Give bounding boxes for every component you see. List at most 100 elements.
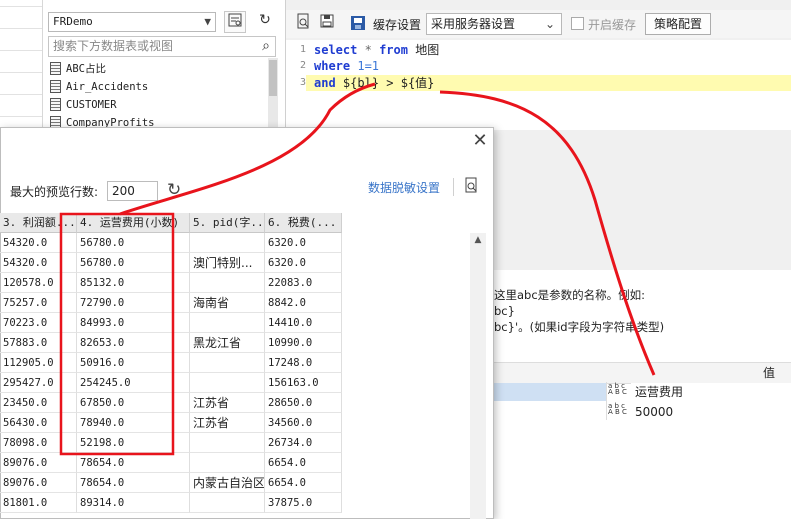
- grid-cell[interactable]: 10990.0: [265, 333, 342, 353]
- sql-line-1[interactable]: select * from 地图: [314, 42, 439, 58]
- grid-cell[interactable]: 56780.0: [77, 233, 190, 253]
- preview-icon[interactable]: [292, 13, 314, 35]
- sql-line-3[interactable]: and ${bl} > ${值}: [314, 75, 434, 91]
- sql-expression: 1=1: [357, 59, 380, 73]
- grid-column-header[interactable]: 6. 税费(...: [265, 213, 342, 233]
- strategy-config-button[interactable]: 策略配置: [645, 13, 711, 35]
- grid-cell[interactable]: 6654.0: [265, 473, 342, 493]
- refresh-icon[interactable]: ↻: [254, 10, 276, 32]
- abc-type-icon: a b cA B C: [608, 382, 627, 396]
- grid-cell[interactable]: 54320.0: [0, 233, 77, 253]
- parameter-value-input[interactable]: 运营费用: [631, 383, 791, 401]
- grid-cell[interactable]: 6320.0: [265, 253, 342, 273]
- grid-cell[interactable]: 海南省: [190, 293, 265, 313]
- grid-cell[interactable]: 黑龙江省: [190, 333, 265, 353]
- grid-cell[interactable]: [190, 433, 265, 453]
- grid-cell[interactable]: 78654.0: [77, 453, 190, 473]
- cache-settings-label[interactable]: 缓存设置: [373, 16, 421, 33]
- cache-mode-select[interactable]: 采用服务器设置 ⌄: [426, 13, 562, 35]
- data-masking-settings-link[interactable]: 数据脱敏设置: [368, 179, 440, 196]
- grid-cell[interactable]: 江苏省: [190, 393, 265, 413]
- toolbar-divider: [453, 178, 454, 196]
- grid-cell[interactable]: 37875.0: [265, 493, 342, 513]
- grid-cell[interactable]: 81801.0: [0, 493, 77, 513]
- max-rows-input[interactable]: 200: [107, 181, 158, 201]
- grid-cell[interactable]: 120578.0: [0, 273, 77, 293]
- cache-settings-icon[interactable]: [350, 14, 366, 35]
- grid-cell[interactable]: 23450.0: [0, 393, 77, 413]
- grid-cell[interactable]: [190, 453, 265, 473]
- grid-cell[interactable]: [190, 353, 265, 373]
- grid-cell[interactable]: 78098.0: [0, 433, 77, 453]
- grid-cell[interactable]: 78654.0: [77, 473, 190, 493]
- grid-cell[interactable]: 6654.0: [265, 453, 342, 473]
- grid-cell[interactable]: 295427.0: [0, 373, 77, 393]
- grid-cell[interactable]: 17248.0: [265, 353, 342, 373]
- connection-select[interactable]: FRDemo ▼: [48, 12, 216, 32]
- grid-cell[interactable]: 内蒙古自治区: [190, 473, 265, 493]
- grid-cell[interactable]: 8842.0: [265, 293, 342, 313]
- grid-cell[interactable]: 89314.0: [77, 493, 190, 513]
- grid-cell[interactable]: [190, 313, 265, 333]
- grid-cell[interactable]: 112905.0: [0, 353, 77, 373]
- grid-cell[interactable]: 89076.0: [0, 453, 77, 473]
- grid-cell[interactable]: 254245.0: [77, 373, 190, 393]
- grid-cell[interactable]: 72790.0: [77, 293, 190, 313]
- save-query-icon[interactable]: [316, 13, 338, 35]
- grid-cell[interactable]: 江苏省: [190, 413, 265, 433]
- preview-table-icon[interactable]: [224, 11, 246, 33]
- grid-cell[interactable]: 6320.0: [265, 233, 342, 253]
- table-search-input[interactable]: 搜索下方数据表或视图 ⌕: [48, 36, 276, 57]
- grid-cell[interactable]: 70223.0: [0, 313, 77, 333]
- refresh-icon[interactable]: ↻: [167, 180, 181, 200]
- grid-column-header[interactable]: 3. 利润额...: [0, 213, 77, 233]
- grid-cell[interactable]: 78940.0: [77, 413, 190, 433]
- table-search-placeholder: 搜索下方数据表或视图: [53, 39, 174, 53]
- grid-cell[interactable]: 84993.0: [77, 313, 190, 333]
- grid-cell[interactable]: [190, 493, 265, 513]
- parameter-row-selected[interactable]: [494, 383, 606, 401]
- sql-line-2[interactable]: where 1=1: [314, 58, 379, 74]
- grid-cell[interactable]: 67850.0: [77, 393, 190, 413]
- grid-scrollbar[interactable]: ▲: [470, 233, 486, 519]
- grid-cell[interactable]: 75257.0: [0, 293, 77, 313]
- grid-cell[interactable]: 57883.0: [0, 333, 77, 353]
- grid-cell[interactable]: 28650.0: [265, 393, 342, 413]
- grid-cell[interactable]: [190, 233, 265, 253]
- grid-cell[interactable]: 52198.0: [77, 433, 190, 453]
- grid-cell[interactable]: 34560.0: [265, 413, 342, 433]
- grid-column-header[interactable]: 5. pid(字...: [190, 213, 265, 233]
- grid-cell[interactable]: 156163.0: [265, 373, 342, 393]
- line-number: 1: [299, 44, 306, 55]
- table-item[interactable]: ABC占比: [50, 60, 106, 78]
- grid-cell[interactable]: 14410.0: [265, 313, 342, 333]
- scroll-up-icon[interactable]: ▲: [470, 235, 486, 245]
- grid-cell[interactable]: 82653.0: [77, 333, 190, 353]
- grid-cell[interactable]: 26734.0: [265, 433, 342, 453]
- grid-cell[interactable]: 56430.0: [0, 413, 77, 433]
- grid-cell[interactable]: 22083.0: [265, 273, 342, 293]
- table-item-label: Air_Accidents: [66, 81, 149, 93]
- grid-cell[interactable]: 54320.0: [0, 253, 77, 273]
- grid-cell[interactable]: 85132.0: [77, 273, 190, 293]
- grid-cell[interactable]: 56780.0: [77, 253, 190, 273]
- table-icon: [50, 79, 61, 93]
- hint-line: bc}'。(如果id字段为字符串类型): [494, 320, 665, 334]
- parameter-value-input[interactable]: 50000: [631, 403, 791, 421]
- grid-column-header[interactable]: 4. 运营费用(小数): [77, 213, 190, 233]
- grid-cell[interactable]: 澳门特别...: [190, 253, 265, 273]
- grid-cell[interactable]: [190, 373, 265, 393]
- grid-cell[interactable]: 89076.0: [0, 473, 77, 493]
- table-list-scrollbar[interactable]: [268, 58, 278, 128]
- grid-cell[interactable]: [190, 273, 265, 293]
- table-item[interactable]: Air_Accidents: [50, 78, 148, 96]
- table-icon: [50, 61, 61, 75]
- preview-icon[interactable]: [460, 177, 482, 199]
- close-icon[interactable]: ✕: [470, 131, 490, 151]
- enable-cache-checkbox[interactable]: [571, 17, 584, 30]
- search-icon[interactable]: ⌕: [262, 37, 270, 56]
- sql-keyword: from: [379, 43, 408, 57]
- grid-cell[interactable]: 50916.0: [77, 353, 190, 373]
- table-item[interactable]: CUSTOMER: [50, 96, 117, 114]
- scrollbar-thumb[interactable]: [269, 60, 277, 96]
